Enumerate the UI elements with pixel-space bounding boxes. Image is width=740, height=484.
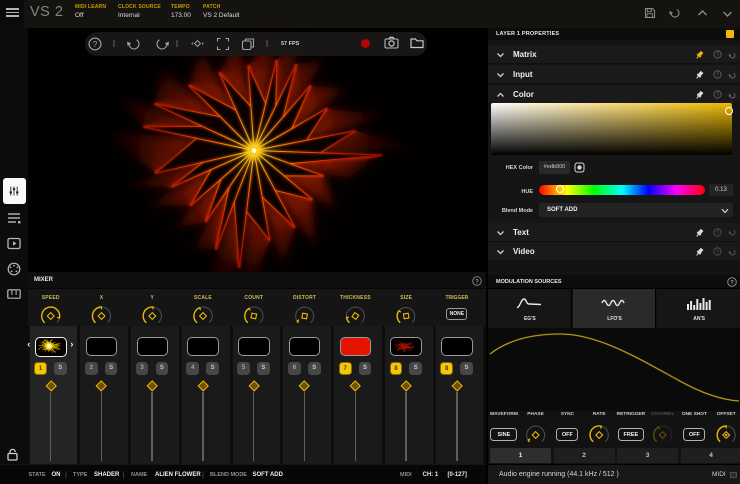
svg-text:?: ? xyxy=(716,52,719,58)
svg-text:?: ? xyxy=(730,280,734,286)
svg-text:?: ? xyxy=(716,230,719,236)
svg-text:?: ? xyxy=(716,249,719,255)
svg-text:?: ? xyxy=(93,39,98,48)
svg-text:?: ? xyxy=(716,72,719,78)
svg-text:?: ? xyxy=(716,92,719,98)
svg-text:?: ? xyxy=(475,279,479,285)
